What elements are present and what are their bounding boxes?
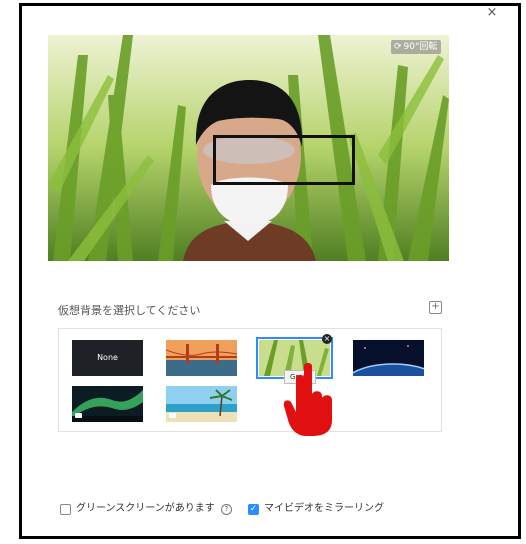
remove-background-button[interactable]: × <box>322 334 332 344</box>
video-preview: ⟳ 90°回転 <box>48 35 449 261</box>
green-screen-checkbox[interactable] <box>60 503 71 515</box>
background-beach[interactable] <box>166 386 237 422</box>
background-section-title: 仮想背景を選択してください <box>58 304 201 317</box>
background-aurora[interactable] <box>72 386 143 422</box>
help-icon[interactable]: ? <box>220 503 232 515</box>
earth-thumbnail <box>353 340 424 376</box>
face-redaction-box <box>213 135 355 185</box>
close-button[interactable]: × <box>485 6 499 20</box>
background-none[interactable]: None <box>72 340 143 376</box>
video-icon <box>75 413 82 418</box>
background-earth[interactable] <box>353 340 424 376</box>
mirror-video-option[interactable]: ✓ マイビデオをミラーリング <box>248 502 384 517</box>
mirror-video-checkbox[interactable]: ✓ <box>248 503 259 515</box>
background-bridge[interactable] <box>166 340 237 376</box>
aurora-thumbnail <box>72 386 143 422</box>
pointer-hand-icon <box>283 363 332 436</box>
rotate-icon: ⟳ <box>394 42 402 52</box>
beach-thumbnail <box>166 386 237 422</box>
mirror-video-label: マイビデオをミラーリング <box>264 503 384 514</box>
add-background-button[interactable]: + <box>429 301 442 314</box>
green-screen-option[interactable]: グリーンスクリーンがあります? <box>60 502 232 517</box>
green-screen-label: グリーンスクリーンがあります <box>76 503 215 514</box>
video-icon <box>169 413 176 418</box>
bridge-thumbnail <box>166 340 237 376</box>
rotate-button[interactable]: ⟳ 90°回転 <box>391 40 441 54</box>
